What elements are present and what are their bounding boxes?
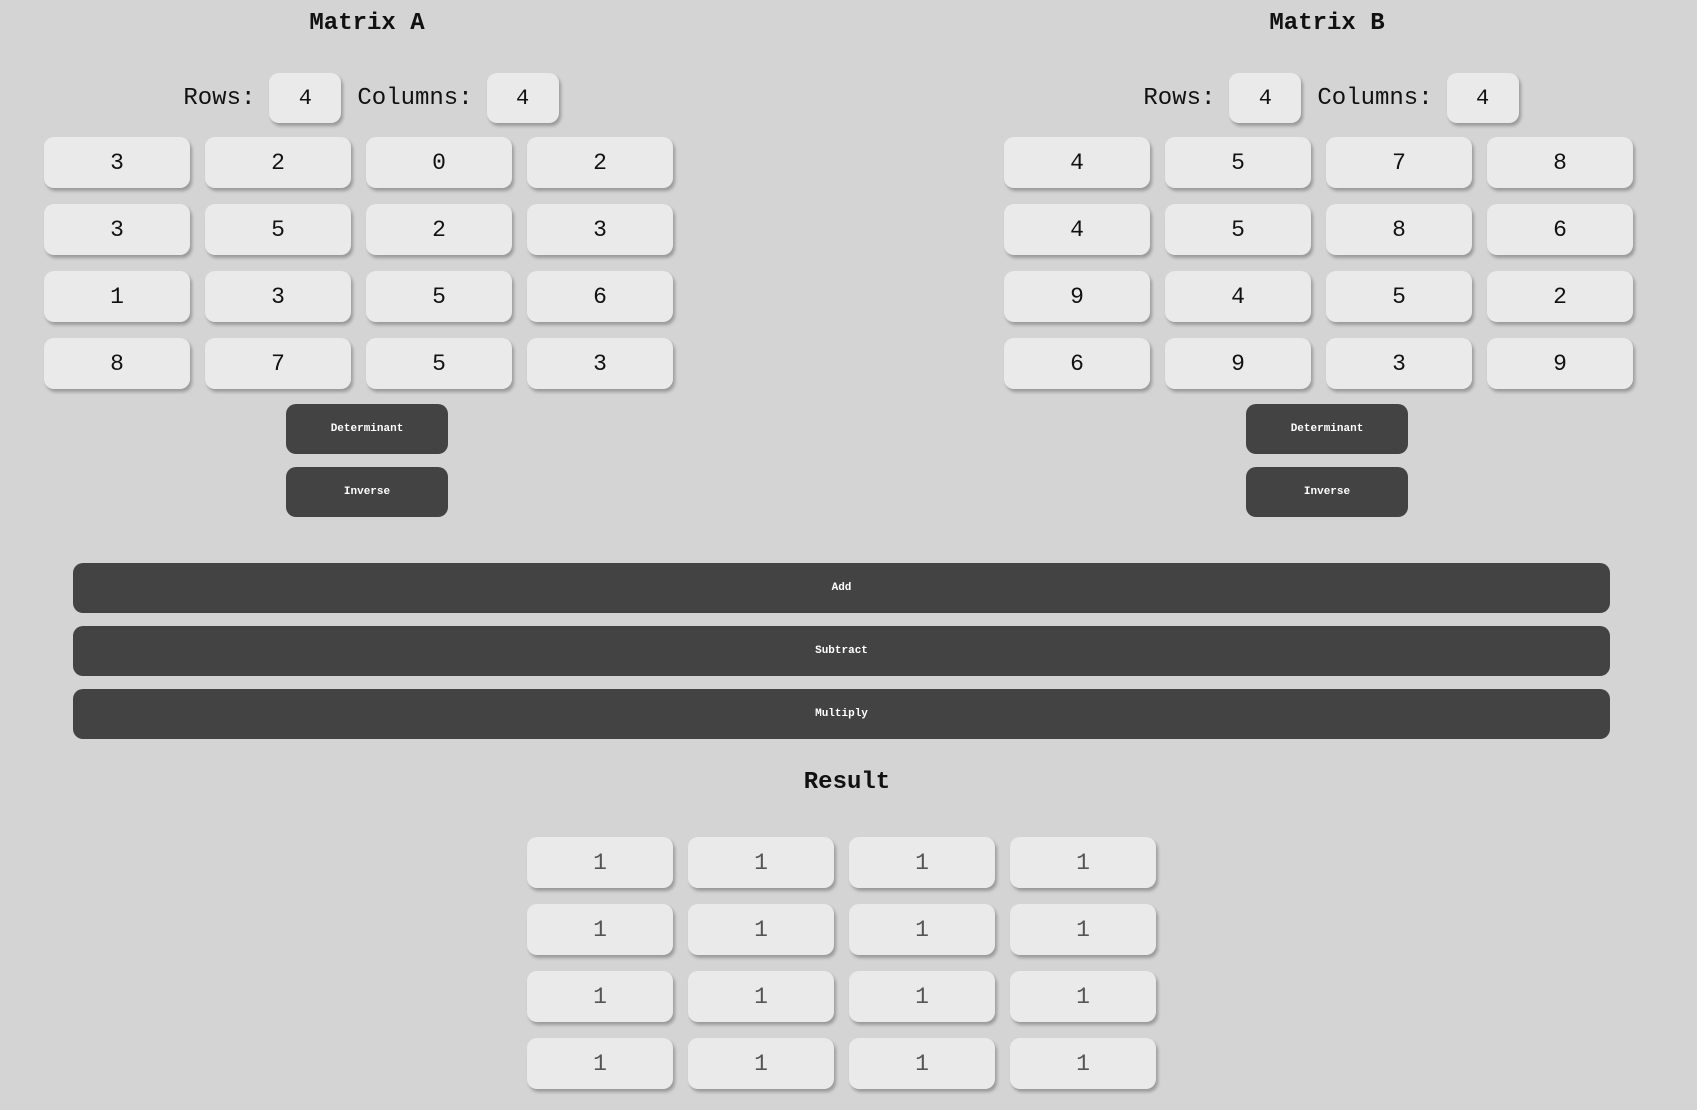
matrix-b-rows-input[interactable] (1229, 73, 1302, 123)
result-cell: 1 (527, 904, 673, 955)
result-cell: 1 (688, 1038, 834, 1089)
matrix-b-cell[interactable] (1326, 204, 1472, 255)
matrix-b-title: Matrix B (1269, 10, 1385, 37)
matrix-a-panel: Matrix A Rows: Columns: Determi (44, 0, 690, 517)
matrix-a-cell[interactable] (44, 271, 190, 322)
result-cell: 1 (688, 837, 834, 888)
matrix-a-cell[interactable] (205, 338, 351, 389)
result-cell: 1 (849, 837, 995, 888)
matrix-calculator: Matrix A Rows: Columns: Determi (0, 0, 1697, 1110)
matrix-b-cell[interactable] (1487, 137, 1633, 188)
result-grid: 1 1 1 1 1 1 1 1 1 1 1 1 1 1 1 1 (527, 837, 1167, 1089)
matrix-b-columns-input[interactable] (1446, 73, 1519, 123)
result-cell: 1 (688, 971, 834, 1022)
multiply-button[interactable]: Multiply (73, 689, 1610, 739)
matrix-b-panel: Matrix B Rows: Columns: Determi (1004, 0, 1650, 517)
matrix-b-cell[interactable] (1165, 137, 1311, 188)
add-button[interactable]: Add (73, 563, 1610, 613)
matrix-a-inverse-button[interactable]: Inverse (286, 467, 448, 517)
matrix-a-determinant-button[interactable]: Determinant (286, 404, 448, 454)
matrix-b-rows-label: Rows: (1143, 84, 1216, 112)
matrix-b-actions: Determinant Inverse (1004, 404, 1650, 517)
matrix-a-cell[interactable] (205, 137, 351, 188)
result-cell: 1 (527, 971, 673, 1022)
matrix-b-inverse-button[interactable]: Inverse (1246, 467, 1408, 517)
matrix-b-cell[interactable] (1326, 137, 1472, 188)
matrix-a-grid (44, 137, 690, 389)
result-cell: 1 (1010, 837, 1156, 888)
matrix-a-cell[interactable] (366, 204, 512, 255)
matrix-a-rows-label: Rows: (183, 84, 256, 112)
matrix-b-dimensions: Rows: Columns: (1004, 72, 1650, 124)
matrix-a-cell[interactable] (44, 137, 190, 188)
subtract-button[interactable]: Subtract (73, 626, 1610, 676)
matrix-a-cell[interactable] (366, 137, 512, 188)
matrix-b-cell[interactable] (1165, 271, 1311, 322)
matrix-b-determinant-button[interactable]: Determinant (1246, 404, 1408, 454)
matrix-a-cell[interactable] (205, 204, 351, 255)
matrix-a-cell[interactable] (205, 271, 351, 322)
matrix-a-title: Matrix A (309, 10, 425, 37)
operations: Add Subtract Multiply (73, 563, 1610, 739)
matrix-a-cell[interactable] (44, 338, 190, 389)
matrix-a-cell[interactable] (527, 271, 673, 322)
result-title: Result (803, 769, 891, 796)
matrix-a-cell[interactable] (527, 204, 673, 255)
matrix-b-grid (1004, 137, 1650, 389)
matrix-b-cell[interactable] (1165, 204, 1311, 255)
matrix-b-cell[interactable] (1004, 338, 1150, 389)
result-cell: 1 (1010, 971, 1156, 1022)
matrix-a-columns-input[interactable] (486, 73, 559, 123)
result-cell: 1 (849, 1038, 995, 1089)
matrix-a-cell[interactable] (527, 137, 673, 188)
matrix-b-cell[interactable] (1004, 137, 1150, 188)
matrix-a-dimensions: Rows: Columns: (44, 72, 690, 124)
result-cell: 1 (1010, 904, 1156, 955)
matrix-a-cell[interactable] (44, 204, 190, 255)
matrix-b-cell[interactable] (1487, 204, 1633, 255)
matrix-b-cell[interactable] (1004, 204, 1150, 255)
result-cell: 1 (849, 971, 995, 1022)
result-panel: Result 1 1 1 1 1 1 1 1 1 1 1 1 1 1 1 1 (527, 768, 1167, 1089)
matrix-a-rows-input[interactable] (269, 73, 342, 123)
matrix-b-cell[interactable] (1326, 271, 1472, 322)
matrix-b-cell[interactable] (1487, 338, 1633, 389)
result-cell: 1 (849, 904, 995, 955)
result-cell: 1 (688, 904, 834, 955)
result-cell: 1 (527, 1038, 673, 1089)
matrix-a-cell[interactable] (527, 338, 673, 389)
matrix-b-cell[interactable] (1487, 271, 1633, 322)
result-cell: 1 (527, 837, 673, 888)
matrix-a-actions: Determinant Inverse (44, 404, 690, 517)
matrix-a-cell[interactable] (366, 338, 512, 389)
result-cell: 1 (1010, 1038, 1156, 1089)
matrix-b-cell[interactable] (1326, 338, 1472, 389)
matrix-b-columns-label: Columns: (1317, 84, 1433, 112)
matrix-a-cell[interactable] (366, 271, 512, 322)
matrix-b-cell[interactable] (1165, 338, 1311, 389)
matrix-b-cell[interactable] (1004, 271, 1150, 322)
matrix-a-columns-label: Columns: (357, 84, 473, 112)
